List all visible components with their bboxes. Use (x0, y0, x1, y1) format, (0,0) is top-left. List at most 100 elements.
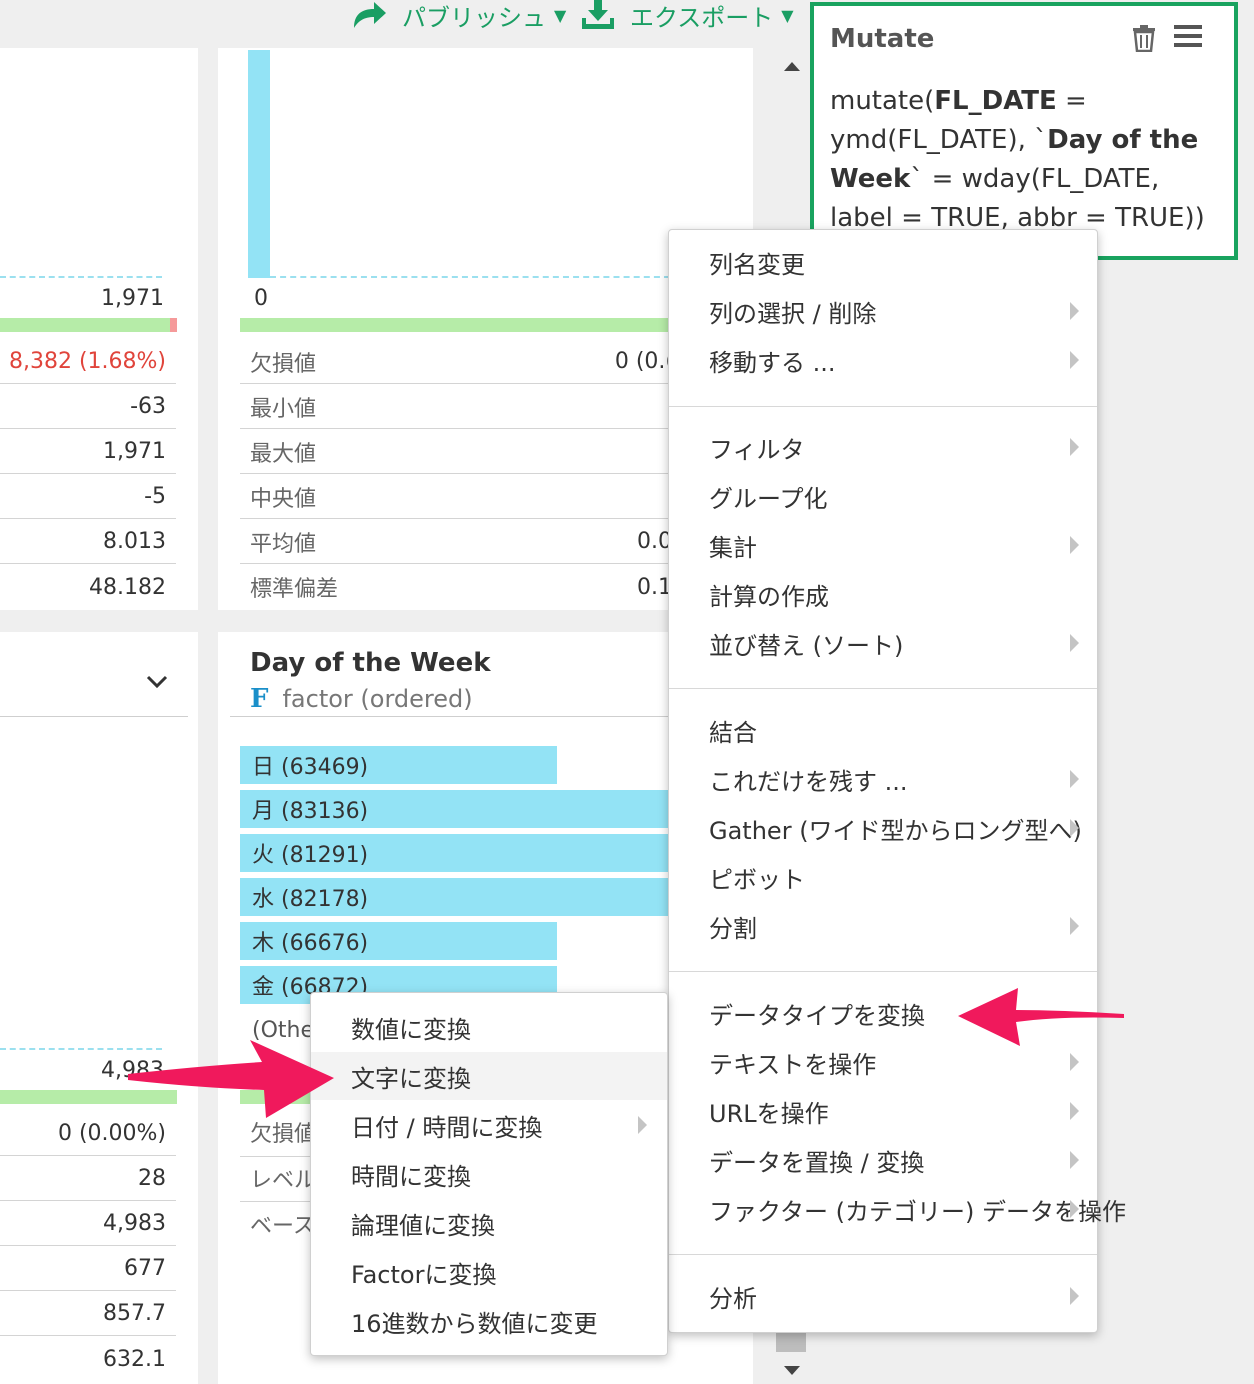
menu-item[interactable]: 分割 (669, 904, 1097, 948)
menu-divider (669, 406, 1097, 407)
submenu-item[interactable]: 論理値に変換 (311, 1199, 667, 1247)
stat-row-missing: 8,382 (1.68%) (0, 340, 176, 384)
submenu-arrow-icon (1070, 770, 1079, 788)
menu-item[interactable]: ファクター (カテゴリー) データを操作 (669, 1187, 1126, 1231)
menu-item[interactable]: 列の選択 / 削除 (669, 289, 1097, 333)
mean-value: 8.013 (103, 529, 166, 554)
axis-max-label: 4,983 (101, 1058, 164, 1083)
menu-item[interactable]: データタイプを変換 (669, 991, 1097, 1035)
code-text: mutate( (830, 86, 935, 116)
submenu-item[interactable]: 16進数から数値に変更 (311, 1297, 667, 1345)
menu-item[interactable]: フィルタ (669, 425, 1097, 469)
column-card-left-bottom: 4,983 0 (0.00%) 28 4,983 677 857.7 632.1 (0, 632, 198, 1384)
menu-item[interactable]: データを置換 / 変換 (669, 1138, 1097, 1182)
trash-icon[interactable] (1132, 24, 1156, 56)
scroll-down-icon[interactable] (784, 1366, 800, 1375)
scrollbar-thumb[interactable] (776, 1330, 806, 1352)
factor-level-bar[interactable]: 水 (82178) (240, 878, 668, 916)
menu-item-label: ピボット (709, 865, 805, 894)
stat-label: 平均値 (250, 531, 317, 557)
caret-down-icon: ▼ (554, 5, 567, 25)
axis-zero-label: 0 (254, 286, 268, 311)
stat-value: 0 (0.( (614, 349, 674, 374)
convert-type-submenu: 数値に変換文字に変換日付 / 時間に変換時間に変換論理値に変換 Factorに変換… (310, 992, 668, 1356)
menu-item-label: 分析 (709, 1284, 757, 1313)
menu-item[interactable]: 並び替え (ソート) (669, 621, 1097, 665)
submenu-item[interactable]: 数値に変換 (311, 1003, 667, 1051)
export-button[interactable]: エクスポート ▼ (580, 0, 794, 32)
submenu-item[interactable]: 日付 / 時間に変換 (311, 1101, 667, 1149)
stat-row-median: -5 (0, 475, 176, 519)
stat-label: 欠損値 (250, 351, 317, 377)
histogram-bar[interactable] (248, 50, 270, 278)
stat-row-sd: 48.182 (0, 565, 176, 609)
submenu-item-label: 論理値に変換 (351, 1211, 495, 1240)
column-title[interactable]: Day of the Week (250, 648, 491, 678)
submenu-arrow-icon (1070, 536, 1079, 554)
menu-item-label: URLを操作 (709, 1099, 829, 1128)
submenu-item[interactable]: 文字に変換 (311, 1052, 667, 1100)
menu-item[interactable]: これだけを残す ... (669, 757, 1097, 801)
menu-item-label: 分割 (709, 914, 757, 943)
menu-item[interactable]: テキストを操作 (669, 1040, 1097, 1084)
stat-row: 28 (0, 1157, 176, 1201)
max-value: 1,971 (103, 439, 166, 464)
valid-ratio-bar (0, 318, 170, 332)
menu-item[interactable]: 列名変更 (669, 240, 1097, 284)
menu-item[interactable]: 分析 (669, 1274, 1097, 1318)
menu-item[interactable]: 集計 (669, 523, 1097, 567)
submenu-arrow-icon (1070, 819, 1079, 837)
step-panel-mutate[interactable]: Mutate mutate(FL_DATE = ymd(FL_DATE), `D… (810, 2, 1238, 260)
menu-item[interactable]: ピボット (669, 855, 1097, 899)
menu-item-label: 計算の作成 (709, 582, 829, 611)
menu-item-label: グループ化 (709, 484, 828, 513)
menu-item[interactable]: 結合 (669, 708, 1097, 752)
column-card-left-top: 1,971 8,382 (1.68%) -63 1,971 -5 8.013 4… (0, 48, 198, 610)
column-type-label: factor (ordered) (282, 685, 473, 713)
submenu-item[interactable]: 時間に変換 (311, 1150, 667, 1198)
menu-item[interactable]: 計算の作成 (669, 572, 1097, 616)
menu-item-label: データを置換 / 変換 (709, 1148, 925, 1177)
stat-value: 857.7 (103, 1301, 166, 1326)
step-title: Mutate (830, 24, 935, 54)
menu-item[interactable]: URLを操作 (669, 1089, 1097, 1133)
factor-level-bar[interactable]: 木 (66676) (240, 922, 557, 960)
stat-label: 欠損値 (250, 1122, 317, 1147)
stat-row: 677 (0, 1247, 176, 1291)
sd-value: 48.182 (89, 574, 166, 600)
histogram-baseline (0, 1048, 162, 1050)
min-value: -63 (130, 394, 166, 419)
submenu-arrow-icon (1070, 1102, 1079, 1120)
factor-type-icon: F (250, 684, 269, 714)
stat-label: 最大値 (250, 441, 317, 467)
stat-value: 632.1 (103, 1346, 166, 1372)
stat-value: 0.1 (637, 574, 672, 600)
header-divider (230, 716, 670, 717)
hamburger-menu-icon[interactable] (1174, 24, 1202, 52)
chevron-down-icon[interactable] (146, 666, 168, 696)
scroll-up-icon[interactable] (784, 62, 800, 71)
menu-item-label: これだけを残す ... (709, 767, 908, 796)
factor-level-bar[interactable]: 火 (81291) (240, 834, 668, 872)
menu-item[interactable]: Gather (ワイド型からロング型へ) (669, 806, 1097, 850)
publish-button[interactable]: パブリッシュ ▼ (350, 0, 567, 32)
submenu-arrow-icon (1070, 917, 1079, 935)
menu-item[interactable]: 移動する ... (669, 338, 1097, 382)
submenu-item-label: Factorに変換 (351, 1260, 497, 1289)
submenu-item[interactable]: Factorに変換 (311, 1248, 667, 1296)
factor-level-bar[interactable]: 月 (83136) (240, 790, 668, 828)
submenu-item-label: 文字に変換 (351, 1064, 471, 1093)
submenu-arrow-icon (1070, 634, 1079, 652)
factor-level-bar[interactable]: 日 (63469) (240, 746, 557, 784)
axis-max-label: 1,971 (101, 286, 164, 311)
stat-row-max: 1,971 (0, 430, 176, 474)
stat-row-missing: 0 (0.00%) (0, 1112, 176, 1156)
code-bold: FL_DATE (934, 86, 1057, 116)
menu-item[interactable]: グループ化 (669, 474, 1097, 518)
submenu-item-label: 数値に変換 (351, 1015, 471, 1044)
stat-value: 4,983 (103, 1211, 166, 1236)
menu-item-label: テキストを操作 (709, 1050, 877, 1079)
menu-item-label: 並び替え (ソート) (709, 631, 904, 660)
submenu-item-label: 日付 / 時間に変換 (351, 1113, 543, 1142)
caret-down-icon: ▼ (781, 5, 794, 25)
